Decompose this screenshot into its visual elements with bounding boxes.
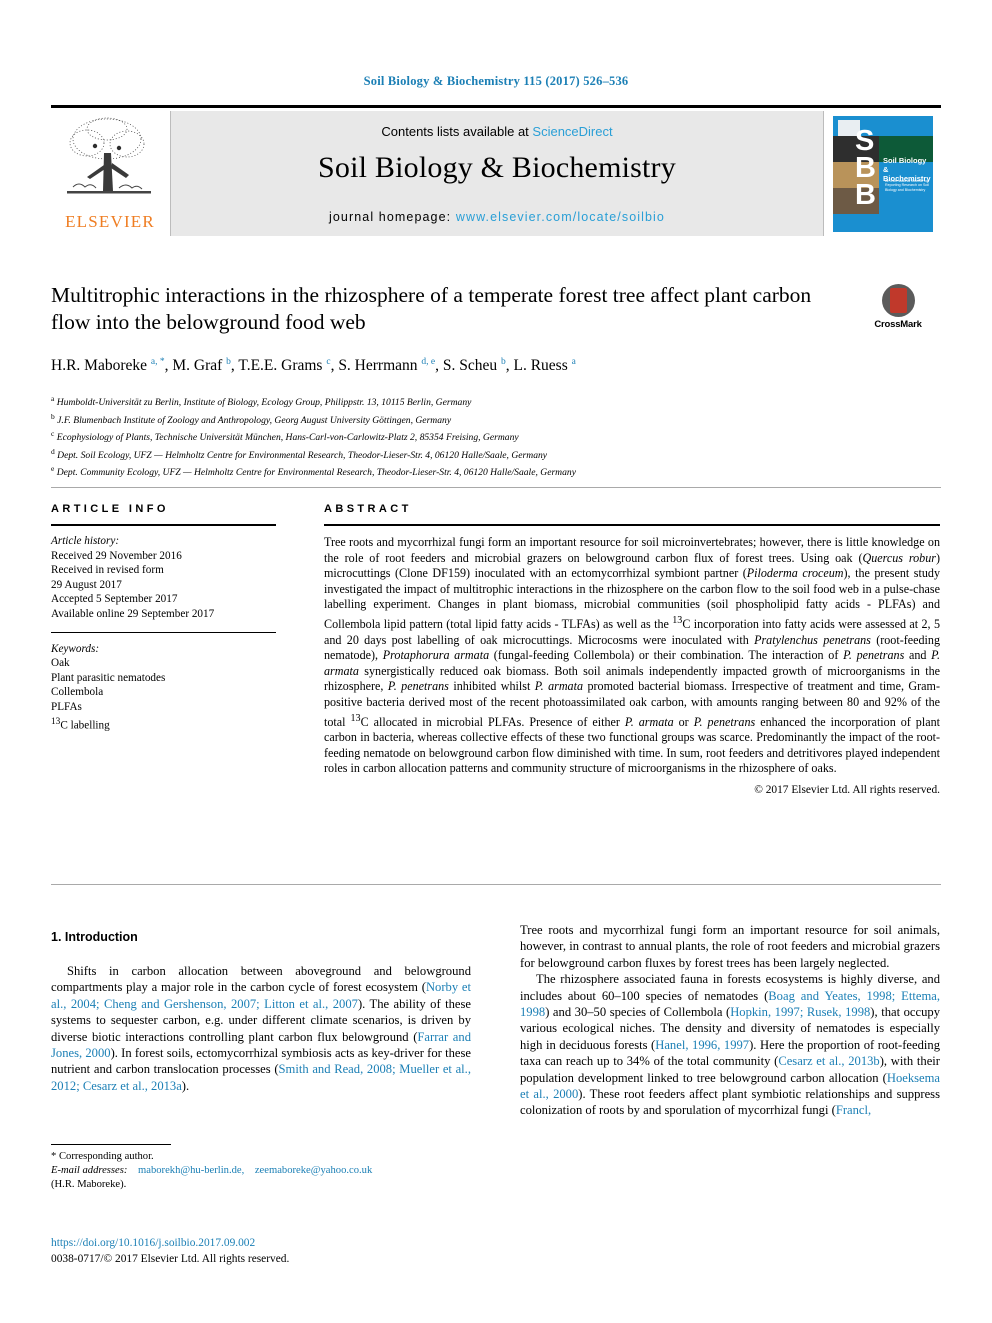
keywords-label: Keywords: bbox=[51, 642, 100, 655]
doi-block: https://doi.org/10.1016/j.soilbio.2017.0… bbox=[51, 1236, 481, 1267]
homepage-prefix: journal homepage: bbox=[328, 210, 456, 224]
history-item: Accepted 5 September 2017 bbox=[51, 593, 178, 606]
abstract-heading: ABSTRACT bbox=[324, 503, 412, 515]
elsevier-wordmark: ELSEVIER bbox=[65, 212, 155, 231]
body-column-left: Shifts in carbon allocation between abov… bbox=[51, 963, 471, 1094]
abstract-text: Tree roots and mycorrhizal fungi form an… bbox=[324, 535, 941, 776]
keywords-block: Keywords: Oak Plant parasitic nematodes … bbox=[51, 642, 281, 733]
history-item: Received in revised form bbox=[51, 564, 164, 577]
keyword-item: Collembola bbox=[51, 686, 104, 699]
history-item: Available online 29 September 2017 bbox=[51, 607, 215, 620]
article-history: Article history: Received 29 November 20… bbox=[51, 534, 281, 622]
contents-available-line: Contents lists available at ScienceDirec… bbox=[171, 124, 823, 139]
elsevier-logo: ELSEVIER bbox=[51, 111, 171, 236]
author-item[interactable]: S. Scheu b bbox=[443, 357, 506, 374]
journal-running-head: Soil Biology & Biochemistry 115 (2017) 5… bbox=[363, 74, 629, 88]
divider bbox=[324, 524, 940, 526]
divider-below-abstract bbox=[51, 884, 941, 885]
author-item[interactable]: L. Ruess a bbox=[513, 357, 575, 374]
sciencedirect-link[interactable]: ScienceDirect bbox=[532, 124, 612, 139]
article-info-section: ARTICLE INFO Article history: Received 2… bbox=[51, 503, 281, 733]
elsevier-tree-icon bbox=[67, 117, 151, 194]
keyword-item: Oak bbox=[51, 657, 70, 670]
journal-homepage-link[interactable]: www.elsevier.com/locate/soilbio bbox=[456, 210, 665, 224]
footnote-block: * Corresponding author. E-mail addresses… bbox=[51, 1150, 481, 1192]
footnote-divider bbox=[51, 1144, 171, 1145]
abstract-section: ABSTRACT Tree roots and mycorrhizal fung… bbox=[324, 503, 940, 796]
affiliation-item: e Dept. Community Ecology, UFZ — Helmhol… bbox=[51, 464, 576, 479]
affiliation-item: b J.F. Blumenbach Institute of Zoology a… bbox=[51, 411, 452, 426]
crossmark-badge[interactable]: CrossMark bbox=[862, 284, 934, 330]
affiliation-list: a Humboldt-Universität zu Berlin, Instit… bbox=[51, 392, 921, 480]
citation-link[interactable]: Hopkin, 1997; Rusek, 1998 bbox=[730, 1005, 870, 1019]
body-column-right: Tree roots and mycorrhizal fungi form an… bbox=[520, 922, 940, 1119]
email-label: E-mail addresses: bbox=[51, 1165, 128, 1176]
citation-link[interactable]: Norby et al., 2004; Cheng and Gershenson… bbox=[51, 980, 471, 1010]
doi-link[interactable]: https://doi.org/10.1016/j.soilbio.2017.0… bbox=[51, 1236, 481, 1252]
citation-link[interactable]: Hanel, 1996, 1997 bbox=[655, 1038, 749, 1052]
section-heading-introduction: 1. Introduction bbox=[51, 930, 138, 944]
author-item[interactable]: M. Graf b bbox=[172, 357, 231, 374]
affiliation-item: a Humboldt-Universität zu Berlin, Instit… bbox=[51, 394, 472, 409]
keyword-item: 13C labelling bbox=[51, 716, 110, 732]
cover-sbb-letters: SBB bbox=[855, 125, 876, 211]
paragraph: Shifts in carbon allocation between abov… bbox=[51, 964, 471, 1093]
keyword-item: Plant parasitic nematodes bbox=[51, 671, 166, 684]
affiliation-item: d Dept. Soil Ecology, UFZ — Helmholtz Ce… bbox=[51, 446, 548, 461]
article-history-label: Article history: bbox=[51, 535, 120, 547]
keyword-item: PLFAs bbox=[51, 700, 82, 713]
journal-masthead: ELSEVIER Contents lists available at Sci… bbox=[51, 105, 941, 236]
page-title: Multitrophic interactions in the rhizosp… bbox=[51, 283, 812, 334]
author-item[interactable]: S. Herrmann d, e bbox=[338, 357, 435, 374]
cover-subtitle: An International Journal for Reporting R… bbox=[885, 179, 929, 192]
email-owner: (H.R. Maboreke). bbox=[51, 1179, 127, 1190]
issn-copyright-line: 0038-0717/© 2017 Elsevier Ltd. All right… bbox=[51, 1252, 290, 1265]
divider bbox=[51, 524, 276, 526]
article-title-block: Multitrophic interactions in the rhizosp… bbox=[51, 282, 851, 336]
citation-link[interactable]: Farrar and Jones, 2000 bbox=[51, 1030, 471, 1060]
email-note: E-mail addresses: maborekh@hu-berlin.de,… bbox=[51, 1164, 481, 1178]
crossmark-icon bbox=[881, 284, 915, 317]
journal-article-page: Soil Biology & Biochemistry 115 (2017) 5… bbox=[0, 0, 992, 1323]
journal-title: Soil Biology & Biochemistry bbox=[318, 151, 676, 184]
author-list: H.R. Maboreke a, *, M. Graf b, T.E.E. Gr… bbox=[51, 357, 576, 375]
affiliation-item: c Ecophysiology of Plants, Technische Un… bbox=[51, 429, 519, 444]
journal-homepage-line: journal homepage: www.elsevier.com/locat… bbox=[171, 210, 823, 224]
author-item[interactable]: H.R. Maboreke a, * bbox=[51, 357, 165, 374]
paragraph: Tree roots and mycorrhizal fungi form an… bbox=[520, 923, 940, 970]
history-item: 29 August 2017 bbox=[51, 578, 122, 591]
email-link[interactable]: zeemaboreke@yahoo.co.uk bbox=[255, 1165, 372, 1176]
article-info-heading: ARTICLE INFO bbox=[51, 503, 169, 515]
email-link[interactable]: maborekh@hu-berlin.de, bbox=[138, 1165, 244, 1176]
paragraph: The rhizosphere associated fauna in fore… bbox=[520, 972, 941, 1118]
citation-link[interactable]: Smith and Read, 2008; Mueller et al., 20… bbox=[51, 1062, 471, 1092]
divider-above-info bbox=[51, 487, 941, 488]
divider bbox=[51, 631, 276, 633]
history-item: Received 29 November 2016 bbox=[51, 549, 182, 562]
author-item[interactable]: T.E.E. Grams c bbox=[238, 357, 330, 374]
journal-cover-thumbnail[interactable]: SBB Soil Biology & Biochemistry An Intern… bbox=[823, 111, 941, 236]
abstract-copyright: © 2017 Elsevier Ltd. All rights reserved… bbox=[754, 783, 940, 796]
masthead-center-panel: Contents lists available at ScienceDirec… bbox=[171, 111, 823, 236]
citation-link[interactable]: Cesarz et al., 2013b bbox=[778, 1054, 879, 1068]
crossmark-label: CrossMark bbox=[874, 319, 922, 330]
corresponding-author-note: * Corresponding author. bbox=[51, 1151, 154, 1162]
contents-prefix: Contents lists available at bbox=[381, 124, 533, 139]
citation-link[interactable]: Hoeksema et al., 2000 bbox=[520, 1071, 940, 1101]
citation-link[interactable]: Francl, bbox=[836, 1103, 871, 1117]
cover-artwork: SBB Soil Biology & Biochemistry An Intern… bbox=[833, 116, 933, 232]
